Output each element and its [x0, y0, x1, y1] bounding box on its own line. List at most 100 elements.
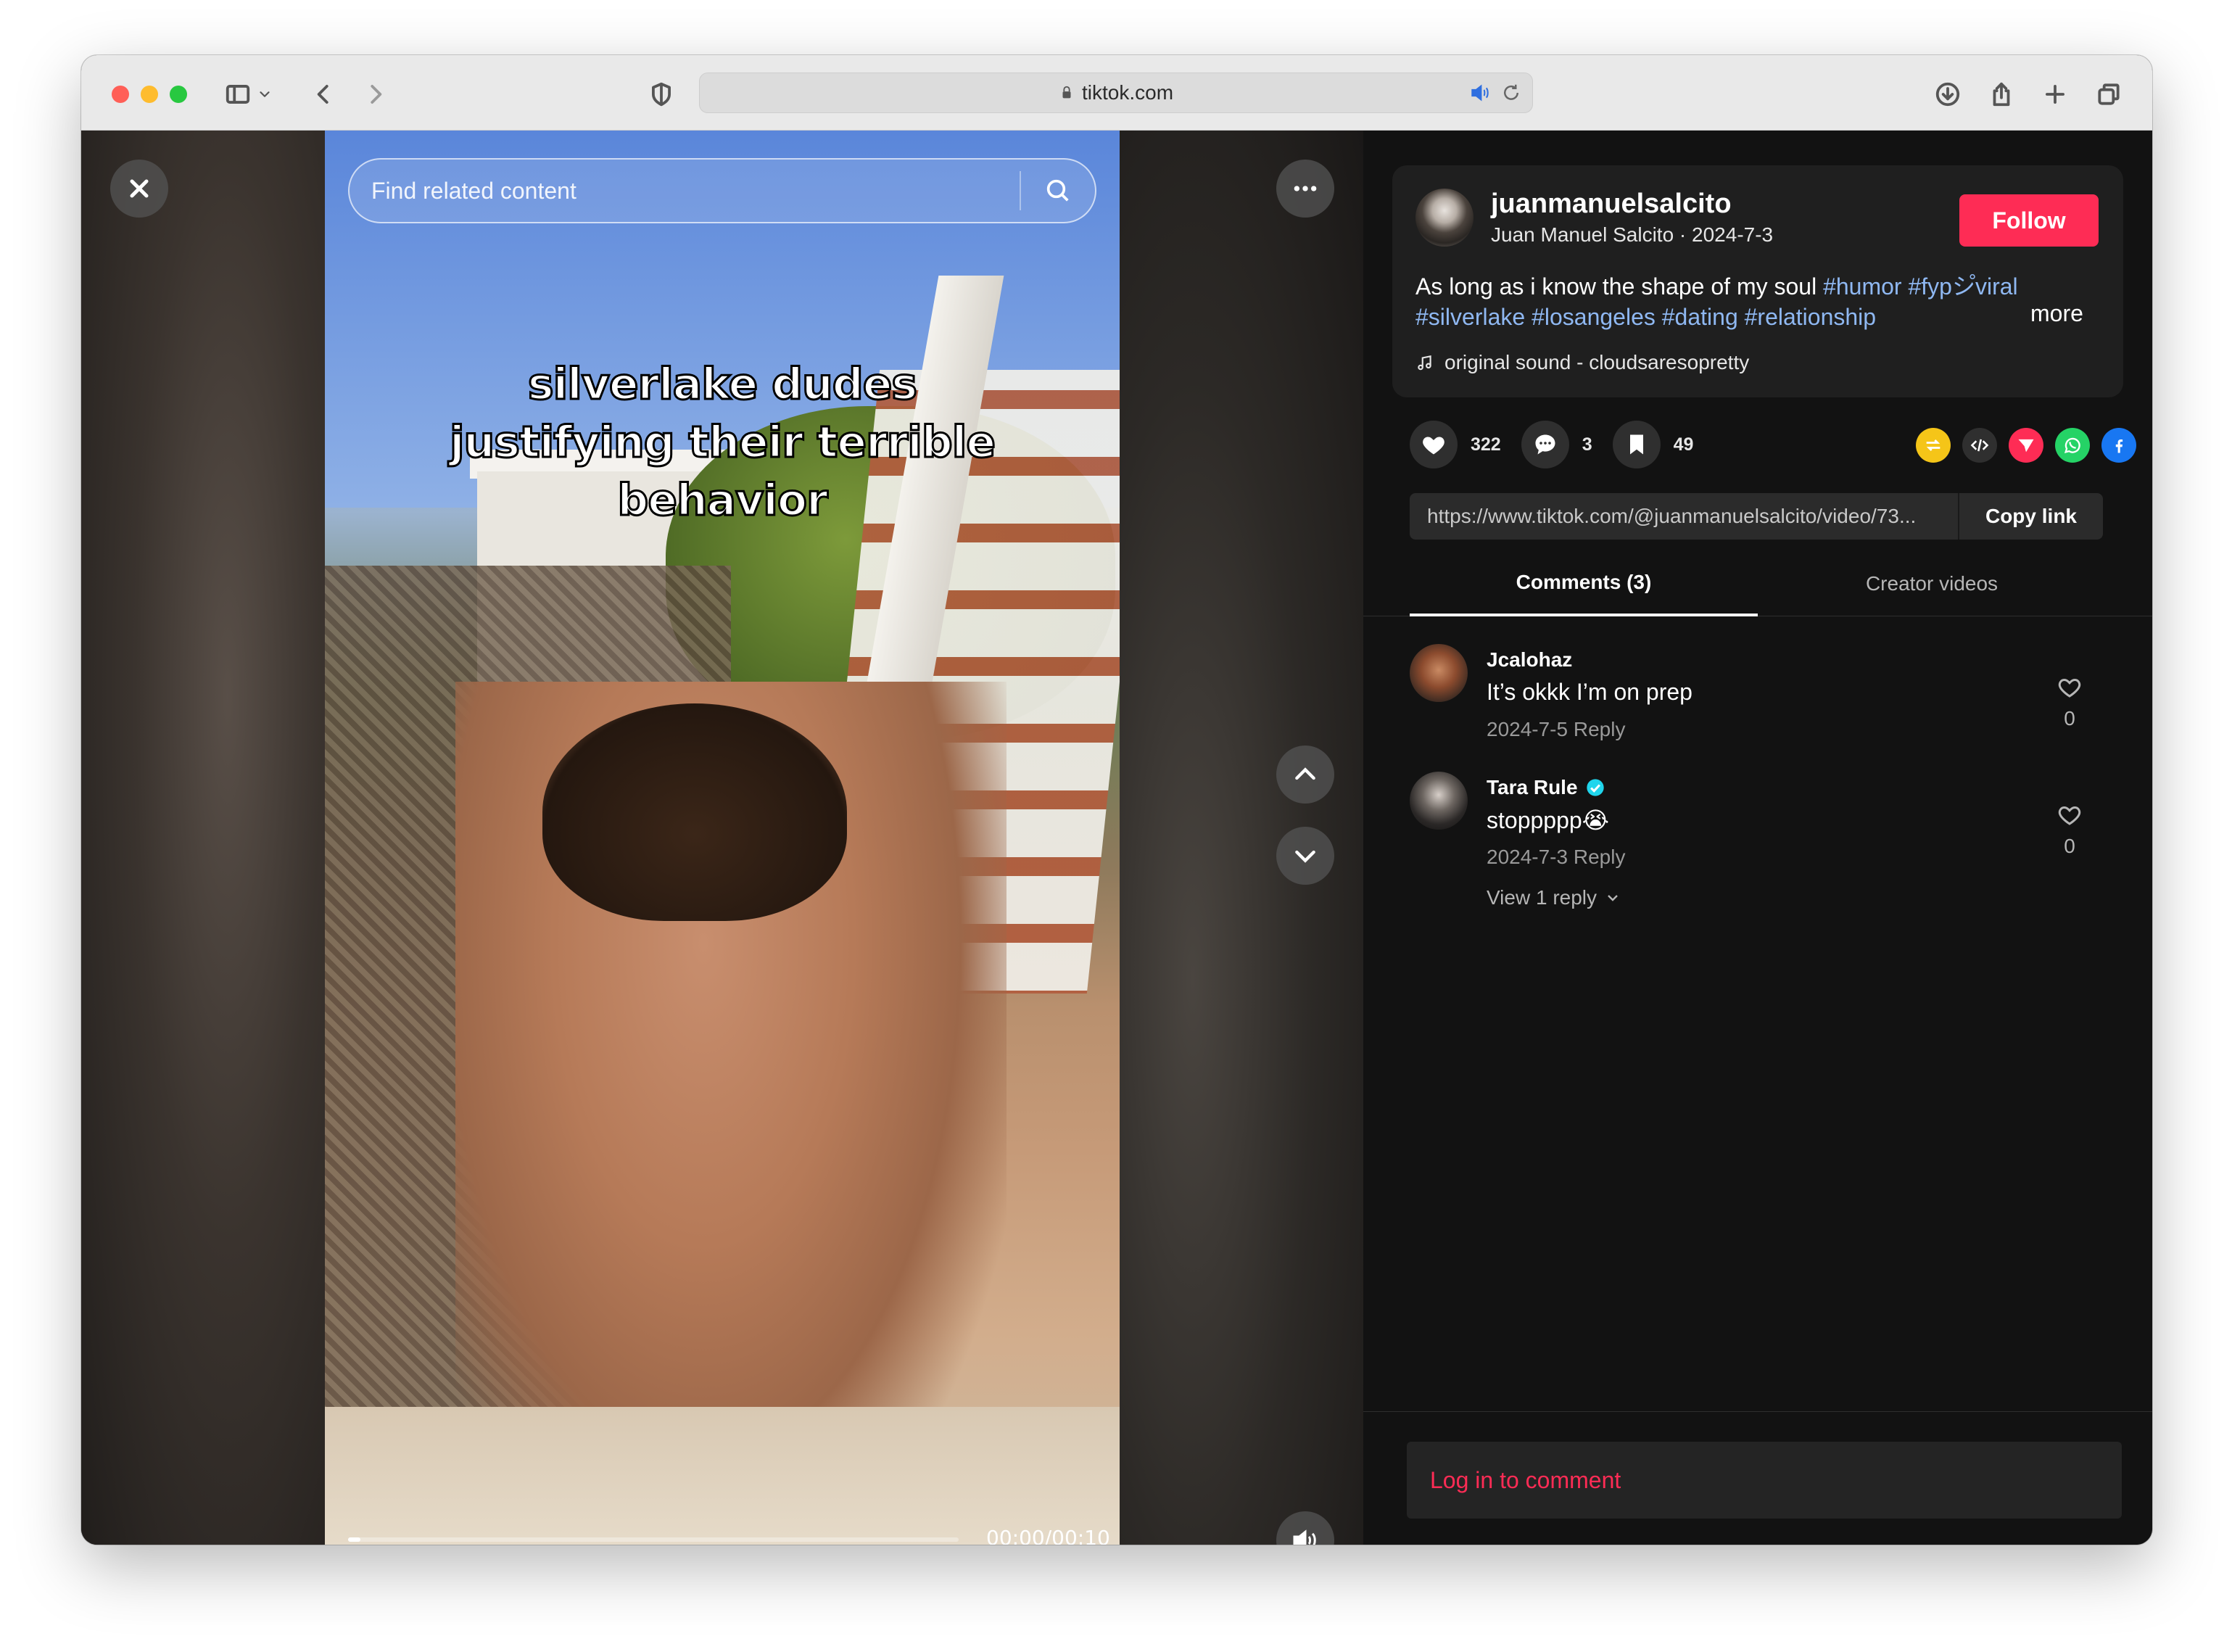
downloads-icon[interactable]: [1930, 77, 1965, 112]
commenter-avatar[interactable]: [1410, 644, 1468, 702]
more-link[interactable]: more: [2030, 300, 2083, 327]
heart-outline-icon: [2058, 806, 2081, 825]
new-tab-icon[interactable]: [2038, 77, 2072, 112]
comment-text: It’s okkk I’m on prep: [1487, 679, 1692, 705]
chevron-down-icon: [1608, 895, 1618, 901]
engagement-bar: 322 3 49: [1410, 419, 1714, 470]
tab-creator-videos[interactable]: Creator videos: [1758, 551, 2106, 616]
chevron-down-icon: [1295, 850, 1315, 863]
search-button[interactable]: [1021, 160, 1095, 222]
tab-overview-icon[interactable]: [2091, 77, 2126, 112]
panel-divider: [1363, 1411, 2152, 1412]
creator-avatar[interactable]: [1415, 189, 1473, 247]
next-video-button[interactable]: [1276, 827, 1334, 885]
save-button[interactable]: [1612, 421, 1661, 468]
address-url: tiktok.com: [1081, 81, 1174, 104]
chevron-down-icon[interactable]: [254, 77, 276, 112]
login-to-comment-button[interactable]: Log in to comment: [1407, 1442, 2122, 1519]
verified-badge-icon: [1586, 779, 1604, 796]
video-frame[interactable]: silverlake dudes justifying their terrib…: [325, 131, 1120, 1545]
ellipsis-icon: [1294, 186, 1317, 191]
comment-like-count: 0: [2064, 707, 2075, 730]
post-info-card: juanmanuelsalcito Juan Manuel Salcito · …: [1392, 165, 2123, 397]
video-hair: [542, 703, 847, 921]
commenter-name[interactable]: Tara Rule: [1487, 776, 1605, 799]
view-replies-button[interactable]: View 1 reply: [1487, 886, 1621, 909]
close-video-button[interactable]: [110, 160, 168, 218]
comment-like-button[interactable]: 0: [2048, 674, 2091, 730]
commenter-name-text: Jcalohaz: [1487, 648, 1573, 671]
close-window-button[interactable]: [112, 86, 129, 103]
repost-icon: [1926, 439, 1940, 451]
music-note-icon: [1418, 355, 1431, 371]
comment-bubble-icon: [1535, 434, 1555, 455]
details-panel: juanmanuelsalcito Juan Manuel Salcito · …: [1363, 131, 2152, 1545]
creator-subtitle: Juan Manuel Salcito · 2024-7-3: [1491, 223, 1774, 246]
reload-icon[interactable]: [1500, 82, 1522, 104]
sidebar-toggle-icon[interactable]: [220, 77, 255, 112]
caption-line: silverlake dudes: [526, 358, 918, 411]
send-to-friends-button[interactable]: [2009, 428, 2043, 463]
comment-like-button[interactable]: 0: [2048, 802, 2091, 858]
privacy-shield-icon[interactable]: [644, 77, 679, 112]
browser-window: tiktok.com silverlake dudes justifying t…: [81, 55, 2152, 1545]
bookmark-icon: [1629, 434, 1643, 455]
music-link[interactable]: original sound - cloudsaresopretty: [1415, 351, 1749, 374]
like-button[interactable]: [1410, 421, 1458, 468]
search-icon: [1046, 179, 1069, 202]
search-placeholder: Find related content: [371, 177, 576, 204]
volume-icon: [1293, 1529, 1316, 1545]
video-player-area: silverlake dudes justifying their terrib…: [81, 131, 1363, 1545]
share-link-row: https://www.tiktok.com/@juanmanuelsalcit…: [1410, 493, 2103, 540]
hashtags[interactable]: #silverlake #losangeles #dating #relatio…: [1415, 304, 1876, 330]
minimize-window-button[interactable]: [141, 86, 158, 103]
commenter-name-text: Tara Rule: [1487, 776, 1578, 798]
music-title: original sound - cloudsaresopretty: [1444, 351, 1750, 373]
commenter-avatar[interactable]: [1410, 772, 1468, 830]
whatsapp-icon: [2064, 437, 2080, 453]
video-caption-overlay: silverlake dudes justifying their terrib…: [325, 355, 1120, 529]
hashtags[interactable]: #humor #fypシ゚viral: [1823, 273, 2018, 300]
whatsapp-share-button[interactable]: [2055, 428, 2090, 463]
creator-username[interactable]: juanmanuelsalcito: [1491, 189, 1732, 220]
maximize-window-button[interactable]: [170, 86, 187, 103]
repost-share-button[interactable]: [1916, 428, 1951, 463]
description-text: As long as i know the shape of my soul: [1415, 273, 1824, 300]
address-bar[interactable]: tiktok.com: [699, 73, 1533, 113]
tab-comments[interactable]: Comments (3): [1410, 551, 1758, 616]
more-share-button[interactable]: [2146, 428, 2152, 463]
save-count: 49: [1673, 434, 1694, 455]
audio-playing-icon[interactable]: [1468, 81, 1492, 104]
more-options-button[interactable]: [1276, 160, 1334, 218]
comment-like-count: 0: [2064, 835, 2075, 857]
caption-line: justifying their terrible: [448, 416, 996, 469]
embed-button[interactable]: [1962, 428, 1997, 463]
paper-plane-icon: [2018, 439, 2034, 453]
comment-button[interactable]: [1521, 421, 1569, 468]
share-icon[interactable]: [1984, 77, 2019, 112]
facebook-icon: [2115, 439, 2123, 453]
previous-video-button[interactable]: [1276, 746, 1334, 804]
comment-meta[interactable]: 2024-7-5 Reply: [1487, 718, 1625, 741]
back-arrow-icon[interactable]: [306, 77, 341, 112]
like-count: 322: [1471, 434, 1501, 455]
video-time: 00:00/00:10: [986, 1526, 1110, 1545]
view-replies-label: View 1 reply: [1487, 886, 1597, 909]
comment-text: stoppppp😭: [1487, 807, 1610, 833]
video-link-field[interactable]: https://www.tiktok.com/@juanmanuelsalcit…: [1410, 505, 1958, 528]
copy-link-button[interactable]: Copy link: [1958, 493, 2103, 540]
embed-code-icon: [1970, 439, 1989, 452]
panel-tabs: Comments (3) Creator videos: [1363, 551, 2152, 616]
browser-toolbar: tiktok.com: [81, 55, 2152, 131]
comment-meta[interactable]: 2024-7-3 Reply: [1487, 846, 1625, 869]
video-progress-fill: [348, 1537, 360, 1542]
commenter-name[interactable]: Jcalohaz: [1487, 648, 1572, 672]
video-backdrop-left: [81, 131, 325, 1545]
video-progress-bar[interactable]: [348, 1537, 959, 1542]
facebook-share-button[interactable]: [2101, 428, 2136, 463]
follow-button[interactable]: Follow: [1959, 194, 2099, 247]
forward-arrow-icon[interactable]: [358, 77, 393, 112]
chevron-up-icon: [1295, 767, 1315, 780]
heart-icon: [1423, 437, 1444, 455]
related-search-input[interactable]: Find related content: [348, 158, 1096, 223]
